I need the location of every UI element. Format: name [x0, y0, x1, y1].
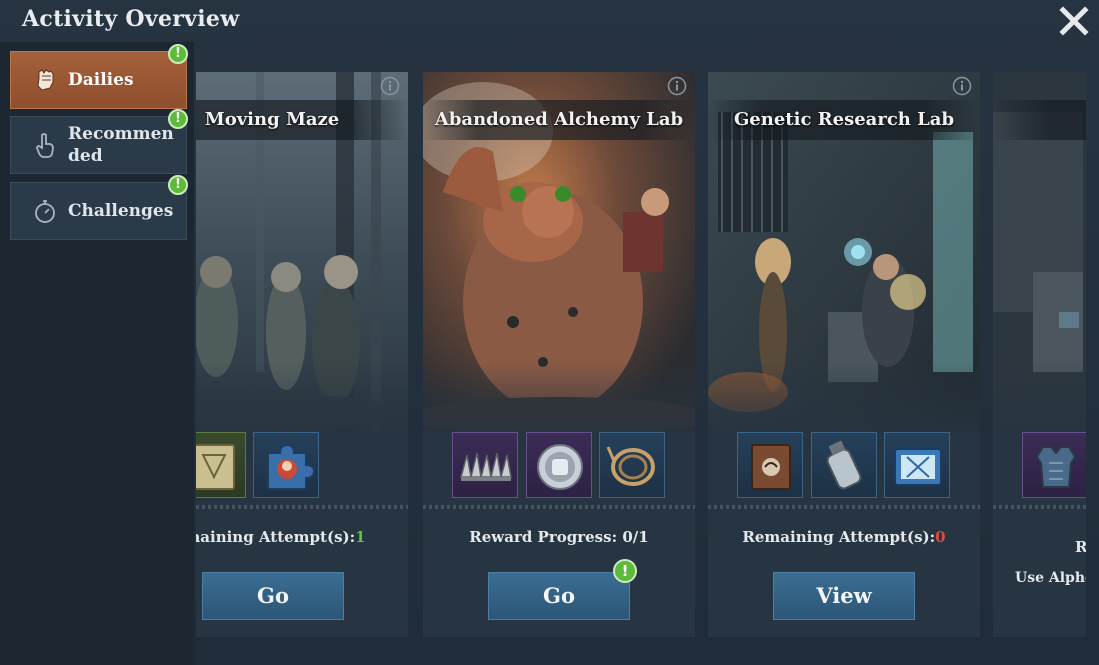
activity-card-moving-maze[interactable]: Moving Maze aining Attempt(s):1 Go: [196, 72, 408, 637]
info-icon[interactable]: [380, 76, 400, 96]
sidebar-item-dailies[interactable]: Dailies !: [10, 44, 188, 109]
view-button[interactable]: View: [773, 572, 915, 620]
activity-card-genetic-research-lab[interactable]: Genetic Research Lab Remaining Attempt(s…: [708, 72, 980, 637]
reward-progress-text: Reward Progress: 0/1: [469, 528, 649, 546]
activity-overview-window: Activity Overview Dailies ! Recommended …: [0, 0, 1099, 665]
button-label: Go: [543, 583, 575, 608]
activity-cards-carousel[interactable]: Moving Maze aining Attempt(s):1 Go Aband…: [196, 72, 1086, 638]
reward-item[interactable]: [737, 432, 803, 498]
manual-book-icon: [196, 444, 235, 490]
grenade-canister-icon: [826, 440, 862, 490]
sidebar-item-label: Challenges: [68, 201, 174, 221]
reward-item[interactable]: [253, 432, 319, 498]
silver-token-icon: [537, 444, 583, 490]
go-button[interactable]: Go: [202, 572, 344, 620]
go-button[interactable]: Go !: [488, 559, 637, 620]
activity-card-partial[interactable]: R Use Alpho: [993, 72, 1086, 637]
reward-item[interactable]: [884, 432, 950, 498]
spike-trap-icon: [460, 452, 512, 481]
sidebar-item-label: Dailies: [68, 70, 134, 90]
dna-tablet-icon: [894, 448, 942, 486]
notification-badge: !: [613, 559, 637, 583]
reward-list: [993, 430, 1086, 500]
status-value: 0: [935, 528, 946, 546]
stopwatch-icon: [35, 200, 55, 223]
tap-hand-icon: [36, 133, 54, 158]
reward-item[interactable]: [599, 432, 665, 498]
card-title: Moving Maze: [196, 100, 408, 140]
reward-item[interactable]: [526, 432, 592, 498]
reward-list: [708, 430, 980, 500]
info-icon[interactable]: [667, 76, 687, 96]
partial-status-text: R: [1075, 538, 1086, 556]
activity-card-abandoned-alchemy-lab[interactable]: Abandoned Alchemy Lab Reward Progress: 0…: [423, 72, 695, 637]
card-divider: [196, 505, 408, 509]
reward-item[interactable]: [196, 432, 246, 498]
sidebar: Dailies ! Recommended ! Challenges !: [0, 42, 194, 665]
status-label: Remaining Attempt(s):: [742, 528, 936, 546]
armor-vest-icon: [1035, 446, 1077, 488]
close-button[interactable]: [1057, 4, 1091, 38]
fist-icon: [37, 69, 54, 91]
card-title: [993, 100, 1086, 140]
card-title: Genetic Research Lab: [708, 100, 980, 140]
status-value: 1: [355, 528, 366, 546]
reward-list: [196, 430, 408, 500]
window-title: Activity Overview: [22, 6, 240, 32]
card-divider: [423, 505, 695, 509]
sidebar-item-challenges[interactable]: Challenges !: [10, 175, 188, 240]
info-icon[interactable]: [952, 76, 972, 96]
blueprint-book-icon: [751, 444, 791, 490]
sidebar-item-recommended[interactable]: Recommended !: [10, 109, 188, 174]
reward-item[interactable]: [1022, 432, 1086, 498]
card-title: Abandoned Alchemy Lab: [423, 100, 695, 140]
remaining-attempts-text: Remaining Attempt(s):0: [708, 528, 980, 546]
card-divider: [708, 505, 980, 509]
rope-coil-icon: [606, 446, 655, 486]
status-label: Remaining Attempt(s):: [196, 528, 356, 546]
partial-status-text-2: Use Alpho: [1015, 570, 1086, 586]
reward-item[interactable]: [811, 432, 877, 498]
reward-item[interactable]: [452, 432, 518, 498]
puzzle-piece-icon: [267, 443, 316, 490]
card-divider: [993, 505, 1086, 509]
notification-badge: !: [168, 175, 188, 195]
reward-list: [423, 430, 695, 500]
sidebar-item-label: Recommended: [68, 124, 174, 166]
notification-badge: !: [168, 44, 188, 64]
remaining-attempts-text: Remaining Attempt(s):1: [196, 528, 400, 546]
notification-badge: !: [168, 109, 188, 129]
close-icon: [1059, 6, 1089, 36]
